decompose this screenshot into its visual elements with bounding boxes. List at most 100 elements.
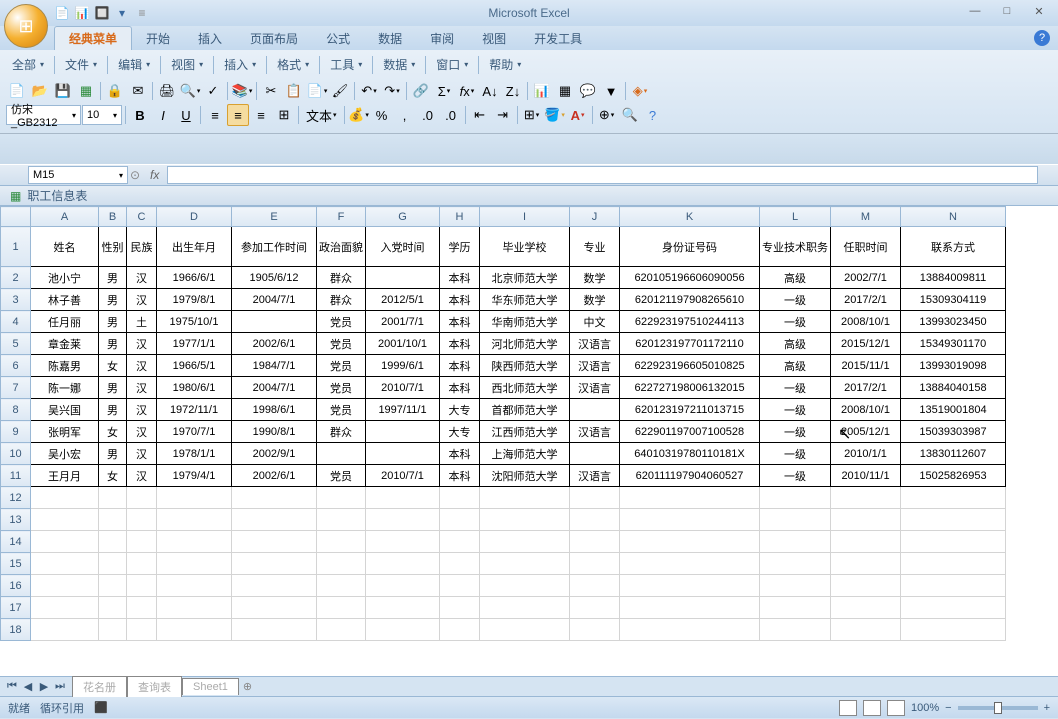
tab-data[interactable]: 数据 <box>364 27 416 50</box>
empty-cell[interactable] <box>366 553 440 575</box>
view-layout-icon[interactable] <box>863 700 881 716</box>
data-cell[interactable]: 汉语言 <box>570 421 620 443</box>
data-cell[interactable]: 620123197211013715 <box>620 399 760 421</box>
data-cell[interactable]: 2005/12/1 <box>831 421 901 443</box>
format-painter-icon[interactable]: 🖌 <box>329 80 351 102</box>
data-cell[interactable]: 汉 <box>127 465 157 487</box>
sheet-tab-1[interactable]: 花名册 <box>72 676 127 697</box>
data-cell[interactable]: 男 <box>99 443 127 465</box>
data-cell[interactable]: 女 <box>99 465 127 487</box>
data-cell[interactable]: 汉 <box>127 443 157 465</box>
undo-icon[interactable]: ↶ <box>358 80 380 102</box>
zoom-icon[interactable]: 🔍 <box>619 104 641 126</box>
empty-cell[interactable] <box>831 509 901 531</box>
data-cell[interactable]: 汉语言 <box>570 377 620 399</box>
header-cell[interactable]: 任职时间 <box>831 227 901 267</box>
data-cell[interactable] <box>366 421 440 443</box>
empty-cell[interactable] <box>99 487 127 509</box>
data-cell[interactable]: 首都师范大学 <box>480 399 570 421</box>
data-cell[interactable] <box>317 443 366 465</box>
empty-cell[interactable] <box>31 531 99 553</box>
new-icon[interactable]: 📄 <box>6 80 28 102</box>
data-cell[interactable]: 沈阳师范大学 <box>480 465 570 487</box>
data-cell[interactable]: 1984/7/1 <box>232 355 317 377</box>
tab-review[interactable]: 审阅 <box>416 27 468 50</box>
column-header[interactable]: A <box>31 207 99 227</box>
menu-insert[interactable]: 插入 <box>218 54 262 75</box>
empty-cell[interactable] <box>127 487 157 509</box>
empty-cell[interactable] <box>127 619 157 641</box>
data-cell[interactable]: 陈一娜 <box>31 377 99 399</box>
number-format-combo[interactable]: 文本 <box>302 104 341 126</box>
menu-data[interactable]: 数据 <box>377 54 421 75</box>
empty-cell[interactable] <box>157 487 232 509</box>
new-sheet-icon[interactable]: ⊕ <box>243 680 252 693</box>
empty-cell[interactable] <box>620 619 760 641</box>
row-header[interactable]: 11 <box>1 465 31 487</box>
column-header[interactable]: H <box>440 207 480 227</box>
empty-cell[interactable] <box>570 509 620 531</box>
empty-cell[interactable] <box>620 531 760 553</box>
qat-icon-1[interactable]: 📄 <box>54 5 70 21</box>
data-cell[interactable]: 本科 <box>440 289 480 311</box>
cut-icon[interactable]: ✂ <box>260 80 282 102</box>
empty-cell[interactable] <box>440 619 480 641</box>
data-cell[interactable]: 620111197904060527 <box>620 465 760 487</box>
menu-window[interactable]: 窗口 <box>430 54 474 75</box>
underline-icon[interactable]: U <box>175 104 197 126</box>
empty-cell[interactable] <box>901 619 1006 641</box>
sheet-tab-2[interactable]: 查询表 <box>127 676 182 697</box>
empty-cell[interactable] <box>760 619 831 641</box>
empty-cell[interactable] <box>157 553 232 575</box>
empty-cell[interactable] <box>620 597 760 619</box>
empty-cell[interactable] <box>480 553 570 575</box>
data-cell[interactable]: 男 <box>99 377 127 399</box>
autosum-icon[interactable]: Σ <box>433 80 455 102</box>
copy-icon[interactable]: 📋 <box>283 80 305 102</box>
chart-icon[interactable]: 📊 <box>531 80 553 102</box>
row-header[interactable]: 14 <box>1 531 31 553</box>
header-cell[interactable]: 出生年月 <box>157 227 232 267</box>
empty-cell[interactable] <box>366 509 440 531</box>
data-cell[interactable]: 2001/10/1 <box>366 333 440 355</box>
empty-cell[interactable] <box>317 575 366 597</box>
tab-classic-menu[interactable]: 经典菜单 <box>54 26 132 50</box>
row-header[interactable]: 4 <box>1 311 31 333</box>
increase-indent-icon[interactable]: ⇥ <box>492 104 514 126</box>
empty-cell[interactable] <box>620 509 760 531</box>
hyperlink-icon[interactable]: 🔗 <box>410 80 432 102</box>
sheet-tab-3[interactable]: Sheet1 <box>182 678 239 695</box>
empty-cell[interactable] <box>620 487 760 509</box>
menu-edit[interactable]: 编辑 <box>112 54 156 75</box>
data-cell[interactable]: 1979/4/1 <box>157 465 232 487</box>
empty-cell[interactable] <box>157 597 232 619</box>
data-cell[interactable]: 13830112607 <box>901 443 1006 465</box>
align-right-icon[interactable]: ≡ <box>250 104 272 126</box>
data-cell[interactable]: 池小宁 <box>31 267 99 289</box>
data-cell[interactable]: 15349301170 <box>901 333 1006 355</box>
empty-cell[interactable] <box>760 597 831 619</box>
data-cell[interactable]: 汉语言 <box>570 465 620 487</box>
data-cell[interactable]: 林子善 <box>31 289 99 311</box>
data-cell[interactable]: 2001/7/1 <box>366 311 440 333</box>
column-header[interactable]: F <box>317 207 366 227</box>
data-cell[interactable]: 群众 <box>317 289 366 311</box>
empty-cell[interactable] <box>366 597 440 619</box>
borders-icon[interactable]: ⊞ <box>521 104 543 126</box>
data-cell[interactable]: 汉 <box>127 333 157 355</box>
data-cell[interactable]: 64010319780110181X <box>620 443 760 465</box>
data-cell[interactable]: 本科 <box>440 465 480 487</box>
empty-cell[interactable] <box>620 575 760 597</box>
data-cell[interactable]: 13884040158 <box>901 377 1006 399</box>
tab-insert[interactable]: 插入 <box>184 27 236 50</box>
italic-icon[interactable]: I <box>152 104 174 126</box>
data-cell[interactable]: 1970/7/1 <box>157 421 232 443</box>
data-cell[interactable]: 一级 <box>760 377 831 399</box>
empty-cell[interactable] <box>317 597 366 619</box>
data-cell[interactable] <box>366 443 440 465</box>
empty-cell[interactable] <box>480 487 570 509</box>
row-header[interactable]: 5 <box>1 333 31 355</box>
data-cell[interactable]: 张明军 <box>31 421 99 443</box>
data-cell[interactable]: 上海师范大学 <box>480 443 570 465</box>
row-header[interactable]: 17 <box>1 597 31 619</box>
